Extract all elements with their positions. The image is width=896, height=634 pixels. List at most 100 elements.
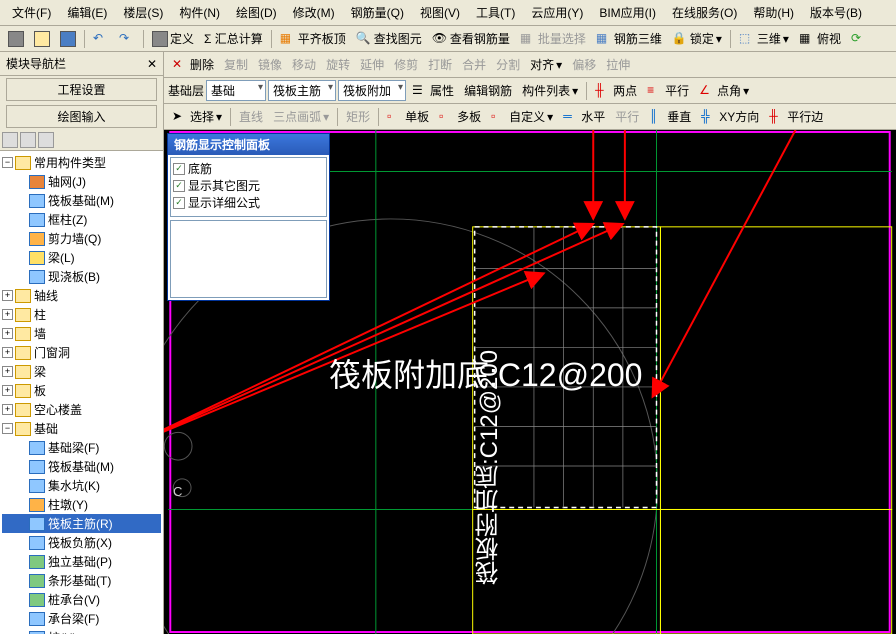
tree-folder-beam[interactable]: +梁	[2, 362, 161, 381]
viewrebar-button[interactable]: 👁查看钢筋量	[428, 28, 514, 49]
tree-item-shearwall[interactable]: 剪力墙(Q)	[2, 229, 161, 248]
drawing-canvas[interactable]: 筏板附加底:C12@200 筏板附加底:C12@200 C 钢筋显示控制面板 ✓…	[164, 130, 896, 634]
menu-file[interactable]: 文件(F)	[4, 2, 59, 23]
parallel3-button[interactable]: 平行	[611, 106, 643, 127]
tree-folder-wall[interactable]: +墙	[2, 324, 161, 343]
new-button[interactable]	[4, 29, 28, 49]
align-button[interactable]: 对齐▾	[526, 54, 566, 75]
tree-folder-slab[interactable]: +板	[2, 381, 161, 400]
tree-item-pile[interactable]: 桩(U)	[2, 628, 161, 634]
custom-button[interactable]: ▫自定义▾	[487, 106, 557, 127]
elemlist-button[interactable]: 构件列表▾	[518, 80, 582, 101]
menu-cloud[interactable]: 云应用(Y)	[523, 2, 591, 23]
menu-modify[interactable]: 修改(M)	[285, 2, 343, 23]
menu-online[interactable]: 在线服务(O)	[664, 2, 745, 23]
view3d-button[interactable]: ⬚三维▾	[735, 28, 793, 49]
delete-button[interactable]: ✕删除	[168, 54, 218, 75]
rebar3d-button[interactable]: ▦钢筋三维	[592, 28, 666, 49]
tree-item-beam[interactable]: 梁(L)	[2, 248, 161, 267]
tree-folder-foundation[interactable]: −基础	[2, 419, 161, 438]
collapse-all-icon[interactable]	[20, 132, 36, 148]
tree-item-framecol[interactable]: 框柱(Z)	[2, 210, 161, 229]
expand-all-icon[interactable]	[2, 132, 18, 148]
baselayer-combo[interactable]: 基础	[206, 80, 266, 101]
merge-button[interactable]: 合并	[458, 54, 490, 75]
copy-button[interactable]: 复制	[220, 54, 252, 75]
menu-bim[interactable]: BIM应用(I)	[591, 2, 664, 23]
offset-button[interactable]: 偏移	[568, 54, 600, 75]
mirror-button[interactable]: 镜像	[254, 54, 286, 75]
tree-item-slab[interactable]: 现浇板(B)	[2, 267, 161, 286]
multi-button[interactable]: ▫多板	[435, 106, 485, 127]
open-button[interactable]	[30, 29, 54, 49]
single-button[interactable]: ▫单板	[383, 106, 433, 127]
xydir-button[interactable]: ╬XY方向	[697, 106, 763, 127]
tree-item-pilecap[interactable]: 桩承台(V)	[2, 590, 161, 609]
undo-button[interactable]: ↶	[89, 29, 113, 49]
menu-floor[interactable]: 楼层(S)	[115, 2, 171, 23]
stretch-button[interactable]: 拉伸	[602, 54, 634, 75]
tree-item-raftmain[interactable]: 筏板主筋(R)	[2, 514, 161, 533]
prop-button[interactable]: ☰属性	[408, 80, 458, 101]
batchsel-button[interactable]: ▦批量选择	[516, 28, 590, 49]
tree-item-pier[interactable]: 柱墩(Y)	[2, 495, 161, 514]
select-button[interactable]: ➤选择▾	[168, 106, 226, 127]
tree-folder-axis[interactable]: +轴线	[2, 286, 161, 305]
parallel2-button[interactable]: ≡平行	[643, 80, 693, 101]
editrebar-button[interactable]: 编辑钢筋	[460, 80, 516, 101]
menu-edit[interactable]: 编辑(E)	[59, 2, 115, 23]
ptangle-button[interactable]: ∠点角▾	[695, 80, 753, 101]
floating-panel-title[interactable]: 钢筋显示控制面板	[168, 134, 329, 155]
edgeparallel-button[interactable]: ╫平行边	[765, 106, 827, 127]
tree-option-icon[interactable]	[38, 132, 54, 148]
tree-item-raftneg[interactable]: 筏板负筋(X)	[2, 533, 161, 552]
rebar-display-panel[interactable]: 钢筋显示控制面板 ✓底筋 ✓显示其它图元 ✓显示详细公式	[167, 133, 330, 301]
chk-show-formula[interactable]: ✓显示详细公式	[173, 194, 324, 211]
extend-button[interactable]: 延伸	[356, 54, 388, 75]
twopts-button[interactable]: ╫两点	[591, 80, 641, 101]
break-button[interactable]: 打断	[424, 54, 456, 75]
findelem-button[interactable]: 🔍查找图元	[352, 28, 426, 49]
mainrebar-combo[interactable]: 筏板主筋	[268, 80, 336, 101]
tree-folder-hollow[interactable]: +空心楼盖	[2, 400, 161, 419]
split-button[interactable]: 分割	[492, 54, 524, 75]
tree-root[interactable]: −常用构件类型	[2, 153, 161, 172]
draw-input-button[interactable]: 绘图输入	[6, 105, 157, 128]
tree-item-capbeam[interactable]: 承台梁(F)	[2, 609, 161, 628]
menu-help[interactable]: 帮助(H)	[745, 2, 802, 23]
menu-tools[interactable]: 工具(T)	[468, 2, 523, 23]
horiz-button[interactable]: ═水平	[559, 106, 609, 127]
trim-button[interactable]: 修剪	[390, 54, 422, 75]
tree-folder-column[interactable]: +柱	[2, 305, 161, 324]
menu-version[interactable]: 版本号(B)	[802, 2, 870, 23]
refresh-button[interactable]: ⟳	[847, 29, 871, 49]
tree-item-raft2[interactable]: 筏板基础(M)	[2, 457, 161, 476]
chk-show-other[interactable]: ✓显示其它图元	[173, 177, 324, 194]
menu-rebar[interactable]: 钢筋量(Q)	[343, 2, 412, 23]
redo-button[interactable]: ↷	[115, 29, 139, 49]
save-button[interactable]	[56, 29, 80, 49]
panel-close-icon[interactable]: ✕	[147, 57, 157, 71]
rect-button[interactable]: 矩形	[342, 106, 374, 127]
menu-component[interactable]: 构件(N)	[171, 2, 228, 23]
vert-button[interactable]: ║垂直	[645, 106, 695, 127]
tree-item-indep[interactable]: 独立基础(P)	[2, 552, 161, 571]
project-settings-button[interactable]: 工程设置	[6, 78, 157, 101]
tree-item-strip[interactable]: 条形基础(T)	[2, 571, 161, 590]
tree-folder-opening[interactable]: +门窗洞	[2, 343, 161, 362]
menu-draw[interactable]: 绘图(D)	[228, 2, 285, 23]
define-button[interactable]: 定义	[148, 28, 198, 49]
aerial-button[interactable]: ▦俯视	[795, 28, 845, 49]
move-button[interactable]: 移动	[288, 54, 320, 75]
tree-item-raft[interactable]: 筏板基础(M)	[2, 191, 161, 210]
board-button[interactable]: ▦平齐板顶	[276, 28, 350, 49]
line-button[interactable]: 直线	[235, 106, 267, 127]
rotate-button[interactable]: 旋转	[322, 54, 354, 75]
arc3-button[interactable]: 三点画弧▾	[269, 106, 333, 127]
sumcalc-button[interactable]: Σ 汇总计算	[200, 28, 267, 49]
addlrebar-combo[interactable]: 筏板附加	[338, 80, 406, 101]
lock-button[interactable]: 🔒锁定▾	[668, 28, 726, 49]
chk-bottom-rebar[interactable]: ✓底筋	[173, 160, 324, 177]
tree-item-sump[interactable]: 集水坑(K)	[2, 476, 161, 495]
menu-view[interactable]: 视图(V)	[412, 2, 468, 23]
